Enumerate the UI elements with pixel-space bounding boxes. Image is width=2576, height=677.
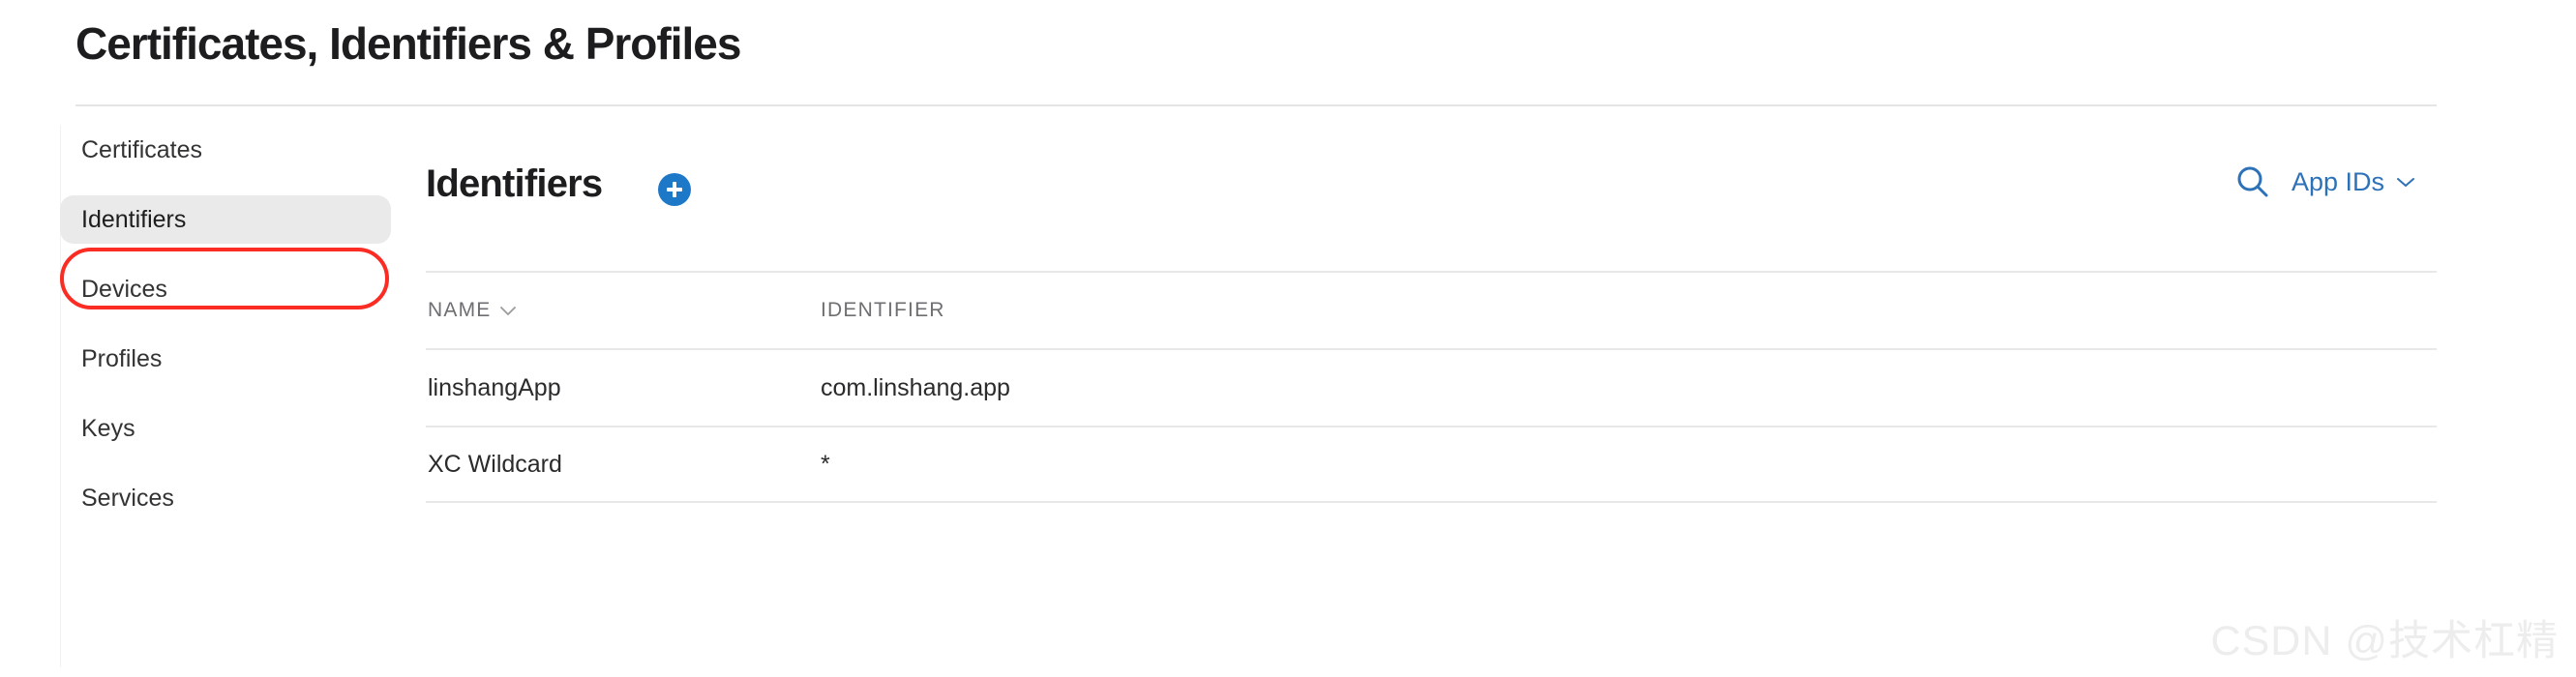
filter-dropdown-label: App IDs bbox=[2291, 166, 2384, 196]
watermark: CSDN @技术杠精 bbox=[2210, 618, 2559, 664]
sidebar-item-keys[interactable]: Keys bbox=[60, 404, 391, 453]
sidebar-item-label: Profiles bbox=[81, 345, 163, 372]
cell-name: linshangApp bbox=[428, 373, 561, 401]
cell-name: XC Wildcard bbox=[428, 450, 562, 478]
table-row[interactable]: XC Wildcard * bbox=[426, 426, 2437, 503]
sidebar-item-identifiers[interactable]: Identifiers bbox=[60, 195, 391, 244]
identifiers-table: NAME IDENTIFIER linshangApp com.linshang… bbox=[426, 271, 2437, 503]
cell-identifier: * bbox=[821, 450, 830, 478]
sidebar-item-label: Certificates bbox=[81, 136, 203, 163]
sidebar-item-label: Identifiers bbox=[81, 206, 187, 233]
column-header-label: IDENTIFIER bbox=[821, 299, 945, 321]
section-title: Identifiers bbox=[426, 162, 603, 205]
page-title: Certificates, Identifiers & Profiles bbox=[75, 18, 741, 69]
plus-icon[interactable] bbox=[658, 173, 691, 206]
column-header-label: NAME bbox=[428, 299, 492, 321]
title-divider bbox=[75, 104, 2437, 106]
sidebar-nav: Certificates Identifiers Devices Profile… bbox=[0, 126, 406, 522]
search-icon[interactable] bbox=[2235, 164, 2270, 199]
chevron-down-icon bbox=[2397, 178, 2414, 187]
sidebar-item-label: Services bbox=[81, 485, 174, 512]
column-header-identifier: IDENTIFIER bbox=[821, 299, 2437, 322]
sidebar-item-services[interactable]: Services bbox=[60, 474, 391, 522]
filter-dropdown[interactable]: App IDs bbox=[2291, 167, 2415, 197]
sidebar-item-certificates[interactable]: Certificates bbox=[60, 126, 391, 174]
chevron-down-icon bbox=[500, 306, 517, 315]
column-header-name[interactable]: NAME bbox=[426, 299, 821, 322]
table-row[interactable]: linshangApp com.linshang.app bbox=[426, 348, 2437, 426]
table-header-row: NAME IDENTIFIER bbox=[426, 271, 2437, 348]
sidebar-item-profiles[interactable]: Profiles bbox=[60, 335, 391, 383]
sidebar-item-devices[interactable]: Devices bbox=[60, 265, 391, 313]
sidebar-item-label: Devices bbox=[81, 276, 167, 303]
header-controls: App IDs bbox=[2235, 164, 2415, 199]
cell-identifier: com.linshang.app bbox=[821, 373, 1010, 401]
content-header: Identifiers App IDs bbox=[426, 162, 2437, 221]
sidebar-item-label: Keys bbox=[81, 415, 135, 442]
